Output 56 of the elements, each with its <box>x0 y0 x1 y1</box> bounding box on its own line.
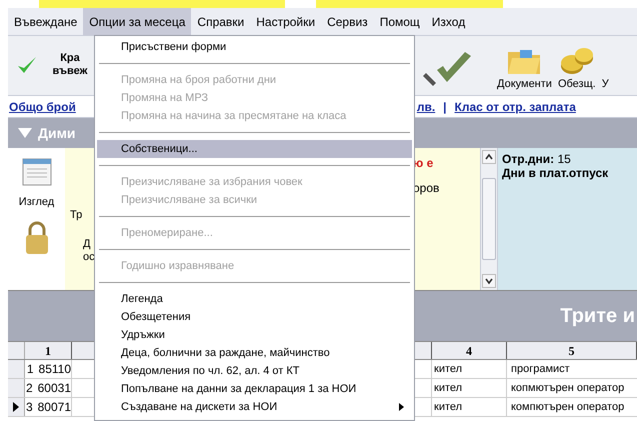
stat-text: Отр.дни: 15 <box>502 152 572 166</box>
coins-icon <box>558 46 595 76</box>
separator-text: | <box>442 98 448 116</box>
label-text: ос <box>83 250 95 265</box>
table-cell: кител <box>432 360 507 378</box>
label-text: Д <box>83 237 90 252</box>
table-cell-text: 80071 <box>36 399 71 416</box>
table-cell-text: копмютърен оператор <box>510 381 626 396</box>
menu-item[interactable]: Сервиз <box>321 8 374 35</box>
label-text: Тр <box>70 208 82 223</box>
menu-item[interactable]: Уведомления по чл. 62, ал. 4 от КТ <box>97 362 412 380</box>
column-header[interactable]: 1 <box>25 342 72 359</box>
toolbar-button[interactable]: У <box>600 40 610 92</box>
collapse-icon <box>18 128 32 138</box>
menu-item[interactable]: Настройки <box>250 8 322 35</box>
menu-item[interactable]: Удръжки <box>97 326 412 344</box>
link[interactable]: Клас от отр. заплата <box>454 98 576 116</box>
row-header[interactable] <box>8 398 25 416</box>
column-header[interactable]: 5 <box>507 342 637 359</box>
submenu-arrow-icon <box>399 403 404 411</box>
toolbar-button[interactable]: Документи <box>496 40 553 92</box>
menu-item[interactable]: Опции за месеца <box>83 8 192 35</box>
window-icon <box>22 158 52 186</box>
scroll-thumb[interactable] <box>482 178 496 260</box>
menu-item[interactable]: Присъствени форми <box>97 38 412 56</box>
table-cell-text: компютърен оператор <box>510 400 626 415</box>
view-button[interactable]: Изглед <box>18 194 54 210</box>
menu-item[interactable]: Помощ <box>374 8 426 35</box>
menu-item[interactable]: Попълване на данни за декларация 1 за НОИ <box>97 380 412 398</box>
menu-item[interactable]: Собственици... <box>97 140 412 158</box>
stat-text: Дни в плат.отпуск <box>502 166 610 180</box>
link[interactable]: лв. <box>416 98 436 116</box>
scroll-up-icon[interactable] <box>482 150 496 164</box>
section-title: Трите и <box>560 304 635 329</box>
panel-title: Дими <box>38 124 76 143</box>
menu-item[interactable]: Въвеждане <box>8 8 84 35</box>
menu-item[interactable]: Справки <box>191 8 250 35</box>
table-cell-text: 2 <box>25 380 34 397</box>
menu-item[interactable]: Създаване на дискети за НОИ <box>97 398 412 416</box>
menu-item[interactable]: Обезщетения <box>97 308 412 326</box>
table-cell: кител <box>432 398 507 416</box>
column-header[interactable]: 4 <box>432 342 507 359</box>
row-pointer-icon <box>13 402 19 412</box>
scroll-down-icon[interactable] <box>482 274 496 288</box>
table-cell-text: 60031 <box>36 380 71 397</box>
table-cell-text: 3 <box>25 399 34 416</box>
table-cell-text: 1 <box>26 361 35 378</box>
menu-item[interactable]: Легенда <box>97 290 412 308</box>
table-cell-text: програмист <box>510 362 571 377</box>
menu-item[interactable]: Изход <box>426 8 472 35</box>
menu-item[interactable]: Деца, болнични за раждане, майчинство <box>97 344 412 362</box>
toolbar-button[interactable]: Обезщ. <box>556 40 597 92</box>
table-cell: кител <box>432 379 507 397</box>
link[interactable]: Общо брой <box>9 98 76 116</box>
table-cell-text: 85110 <box>38 361 71 378</box>
lock-icon <box>24 220 50 254</box>
